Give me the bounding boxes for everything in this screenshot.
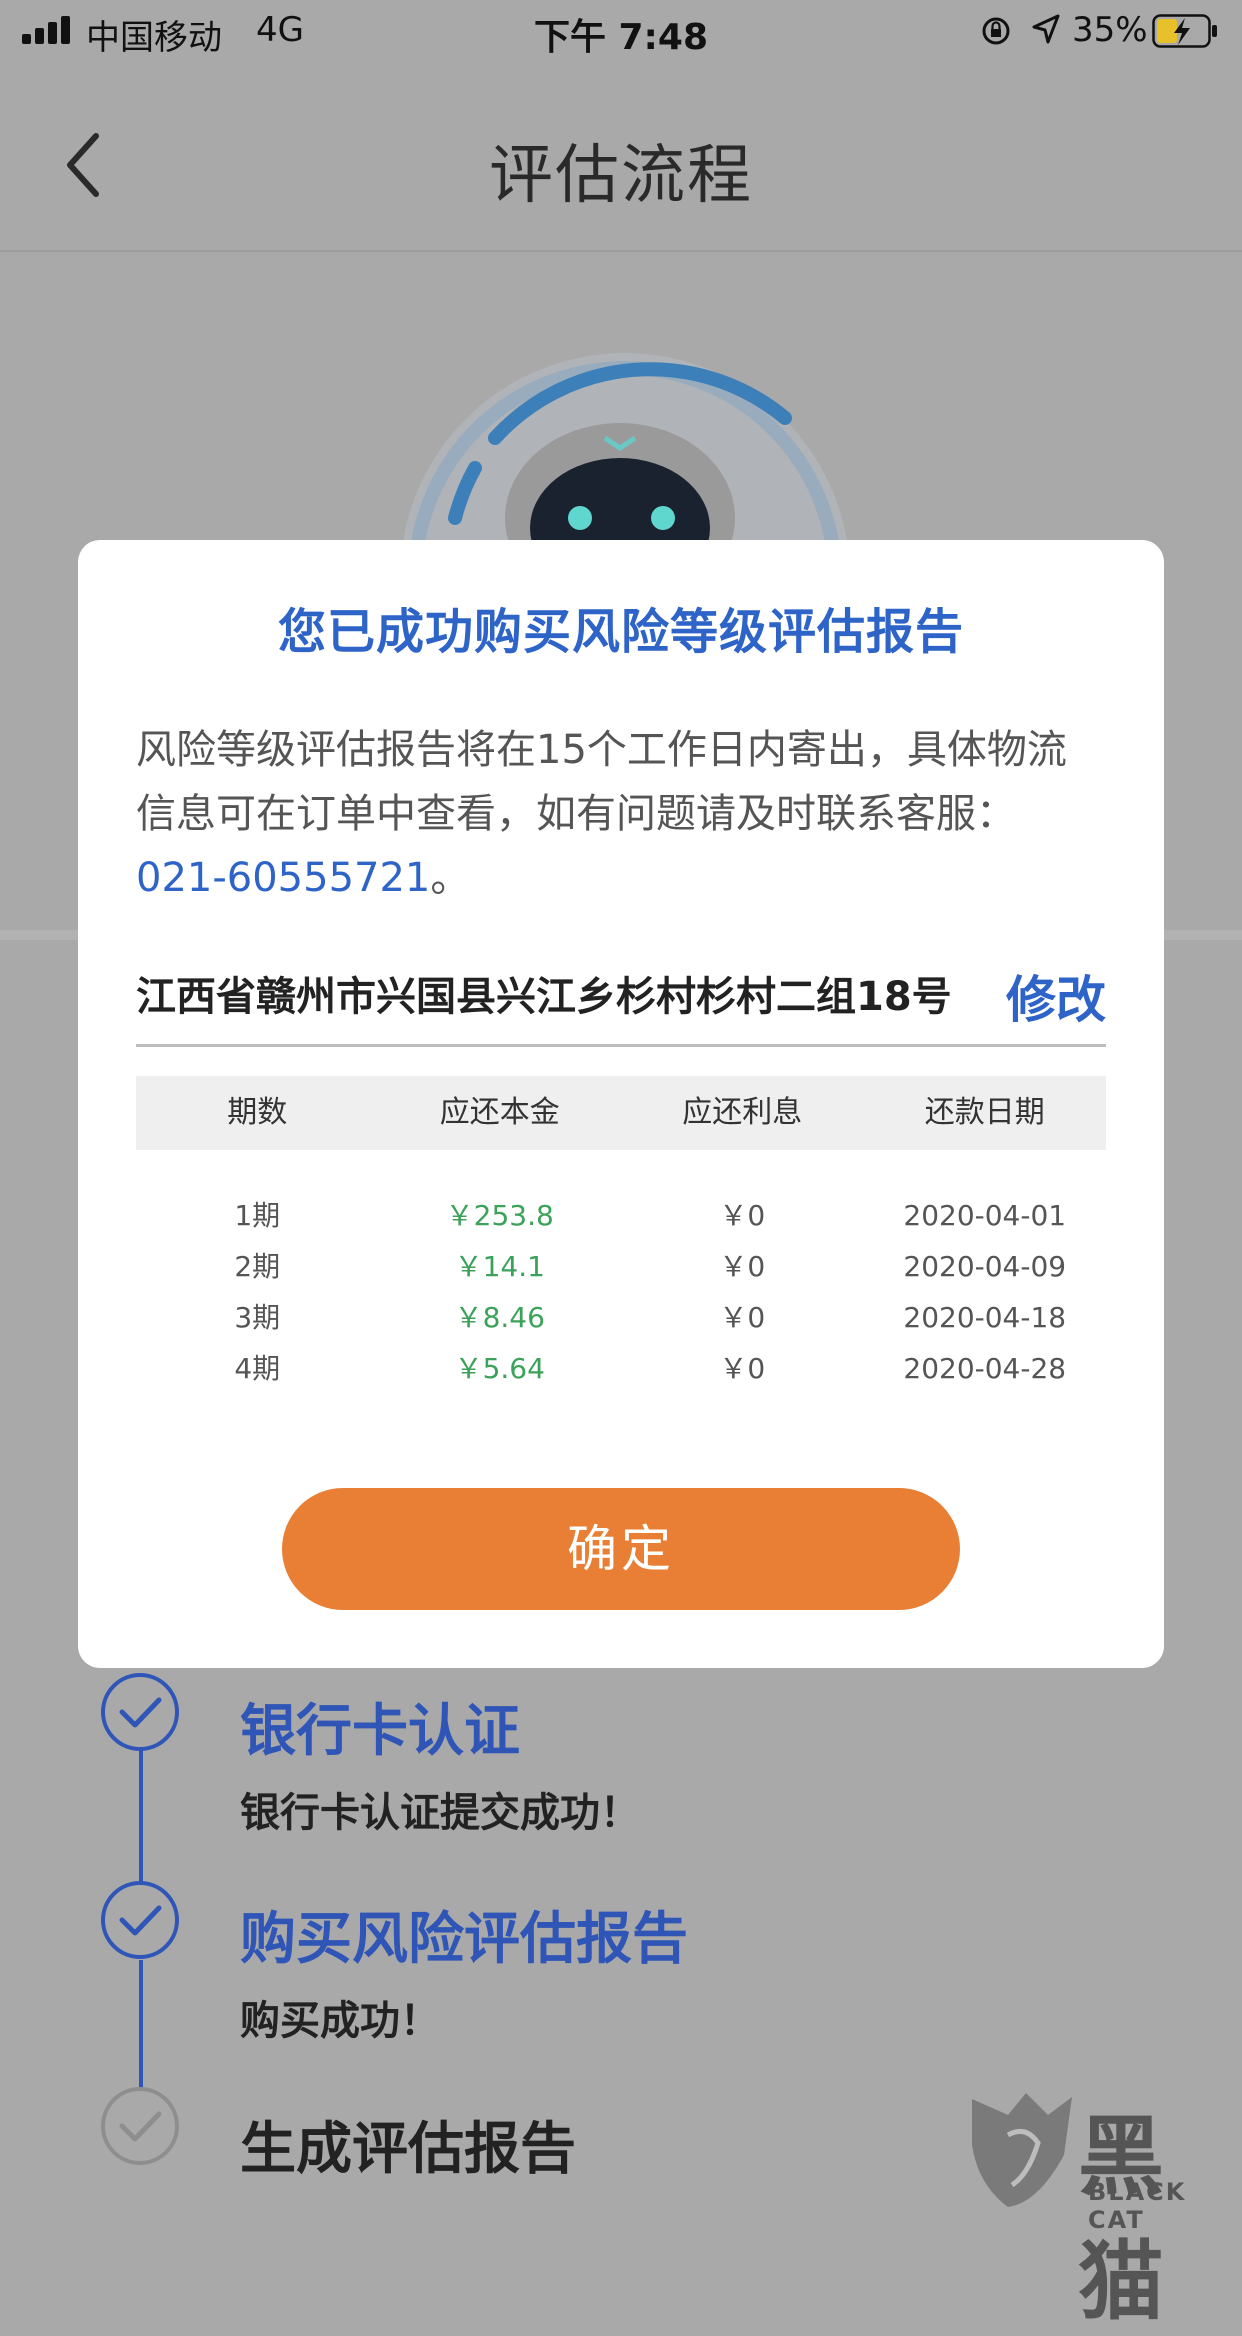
rotation-lock-icon [982, 17, 1010, 45]
watermark-subtext: BLACK CAT [1088, 2178, 1187, 2234]
phone-link[interactable]: 021-60555721 [136, 855, 430, 901]
battery-percent: 35% [1072, 10, 1148, 50]
dialog-message-end: 。 [430, 855, 471, 901]
check-circle-icon [101, 2087, 179, 2165]
robot-illustration [400, 353, 850, 578]
purchase-success-dialog: 您已成功购买风险等级评估报告 风险等级评估报告将在15个工作日内寄出，具体物流信… [78, 540, 1164, 1668]
repayment-table: 期数 应还本金 应还利息 还款日期 1期 ￥253.8 ￥0 2020-04-0… [136, 1076, 1106, 1394]
address-row: 江西省赣州市兴国县兴江乡杉村杉村二组18号 修改 [136, 960, 1106, 1047]
nav-bar: 评估流程 [0, 64, 1242, 252]
table-row: 3期 ￥8.46 ￥0 2020-04-18 [136, 1292, 1106, 1343]
cell-principal: ￥5.64 [454, 1352, 545, 1385]
timeline-line [139, 1960, 143, 2088]
column-header: 还款日期 [924, 1095, 1045, 1130]
cell-period: 3期 [234, 1301, 281, 1334]
column-header: 应还本金 [439, 1095, 560, 1130]
cell-interest: ￥0 [719, 1352, 766, 1385]
cell-period: 4期 [234, 1352, 281, 1385]
table-header: 期数 应还本金 应还利息 还款日期 [136, 1076, 1106, 1150]
location-arrow-icon [1032, 14, 1060, 44]
confirm-button[interactable]: 确定 [282, 1488, 960, 1610]
table-row: 1期 ￥253.8 ￥0 2020-04-01 [136, 1190, 1106, 1241]
dialog-title: 您已成功购买风险等级评估报告 [277, 604, 964, 660]
status-bar: 中国移动 4G 下午 7:48 35% [0, 0, 1242, 64]
edit-address-button[interactable]: 修改 [1006, 960, 1106, 1032]
table-body: 1期 ￥253.8 ￥0 2020-04-01 2期 ￥14.1 ￥0 2020… [136, 1150, 1106, 1394]
check-circle-icon [101, 1673, 179, 1751]
cell-interest: ￥0 [719, 1199, 766, 1232]
cell-date: 2020-04-01 [903, 1199, 1067, 1232]
step-desc: 购买成功！ [240, 1998, 440, 2044]
cell-period: 1期 [234, 1199, 281, 1232]
battery-charging-icon [1152, 14, 1217, 48]
step-title: 银行卡认证 [240, 1699, 520, 1764]
timeline-line [139, 1750, 143, 1882]
check-circle-icon [101, 1881, 179, 1959]
page-title: 评估流程 [489, 139, 753, 213]
dialog-message-text: 风险等级评估报告将在15个工作日内寄出，具体物流信息可在订单中查看，如有问题请及… [136, 727, 1067, 837]
cell-principal: ￥14.1 [454, 1250, 545, 1283]
cell-date: 2020-04-09 [903, 1250, 1067, 1283]
cell-date: 2020-04-28 [903, 1352, 1067, 1385]
cell-date: 2020-04-18 [903, 1301, 1067, 1334]
table-row: 4期 ￥5.64 ￥0 2020-04-28 [136, 1343, 1106, 1394]
column-header: 期数 [227, 1095, 288, 1130]
column-header: 应还利息 [682, 1095, 803, 1130]
dialog-message: 风险等级评估报告将在15个工作日内寄出，具体物流信息可在订单中查看，如有问题请及… [136, 718, 1096, 910]
cell-period: 2期 [234, 1250, 281, 1283]
shipping-address: 江西省赣州市兴国县兴江乡杉村杉村二组18号 [136, 974, 952, 1020]
table-row: 2期 ￥14.1 ￥0 2020-04-09 [136, 1241, 1106, 1292]
cell-interest: ￥0 [719, 1250, 766, 1283]
cell-interest: ￥0 [719, 1301, 766, 1334]
step-title: 购买风险评估报告 [240, 1907, 688, 1972]
step-title: 生成评估报告 [240, 2117, 576, 2182]
cell-principal: ￥8.46 [454, 1301, 545, 1334]
step-desc: 银行卡认证提交成功！ [240, 1790, 640, 1836]
cell-principal: ￥253.8 [445, 1199, 554, 1232]
